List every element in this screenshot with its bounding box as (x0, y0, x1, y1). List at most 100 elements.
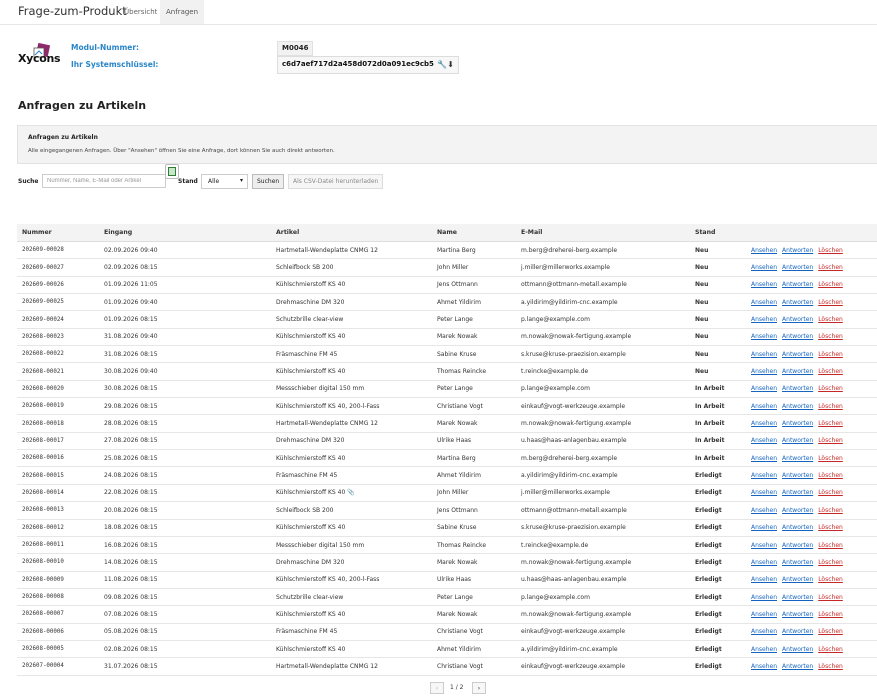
view-link[interactable]: Ansehen (751, 472, 777, 479)
reply-link[interactable]: Antworten (782, 351, 813, 358)
view-link[interactable]: Ansehen (751, 247, 777, 254)
system-key-field: c6d7aef717d2a458d072d0a091ec9cb5 🔧⬇ (277, 56, 459, 74)
reply-link[interactable]: Antworten (782, 663, 813, 670)
reply-link[interactable]: Antworten (782, 316, 813, 323)
view-link[interactable]: Ansehen (751, 420, 777, 427)
wrench-icon[interactable]: 🔧 (437, 60, 447, 69)
view-link[interactable]: Ansehen (751, 264, 777, 271)
view-link[interactable]: Ansehen (751, 507, 777, 514)
cell-number: 202608-00014 (17, 484, 99, 503)
delete-link[interactable]: Löschen (818, 628, 843, 635)
delete-link[interactable]: Löschen (818, 247, 843, 254)
header-date[interactable]: Eingang (99, 224, 271, 242)
reply-link[interactable]: Antworten (782, 507, 813, 514)
reply-link[interactable]: Antworten (782, 299, 813, 306)
view-link[interactable]: Ansehen (751, 489, 777, 496)
requests-table: Nummer Eingang Artikel Name E-Mail Stand… (17, 224, 877, 676)
delete-link[interactable]: Löschen (818, 455, 843, 462)
tab-requests[interactable]: Anfragen (160, 0, 205, 24)
reply-link[interactable]: Antworten (782, 594, 813, 601)
status-filter-select[interactable]: Alle ▾ (201, 174, 248, 189)
delete-link[interactable]: Löschen (818, 403, 843, 410)
reply-link[interactable]: Antworten (782, 472, 813, 479)
view-link[interactable]: Ansehen (751, 663, 777, 670)
reply-link[interactable]: Antworten (782, 524, 813, 531)
prev-page-button[interactable]: ‹ (430, 682, 444, 694)
view-link[interactable]: Ansehen (751, 316, 777, 323)
delete-link[interactable]: Löschen (818, 507, 843, 514)
view-link[interactable]: Ansehen (751, 594, 777, 601)
view-link[interactable]: Ansehen (751, 437, 777, 444)
delete-link[interactable]: Löschen (818, 524, 843, 531)
next-page-button[interactable]: › (472, 682, 486, 694)
view-link[interactable]: Ansehen (751, 403, 777, 410)
reply-link[interactable]: Antworten (782, 333, 813, 340)
reply-link[interactable]: Antworten (782, 247, 813, 254)
table-row: 202608-00022 31.08.2026 08:15 Fräsmaschine… (17, 345, 877, 364)
reply-link[interactable]: Antworten (782, 489, 813, 496)
delete-link[interactable]: Löschen (818, 559, 843, 566)
reply-link[interactable]: Antworten (782, 385, 813, 392)
delete-link[interactable]: Löschen (818, 299, 843, 306)
delete-link[interactable]: Löschen (818, 333, 843, 340)
view-link[interactable]: Ansehen (751, 281, 777, 288)
reply-link[interactable]: Antworten (782, 455, 813, 462)
delete-link[interactable]: Löschen (818, 542, 843, 549)
delete-link[interactable]: Löschen (818, 264, 843, 271)
view-link[interactable]: Ansehen (751, 646, 777, 653)
cell-actions: Ansehen Antworten Löschen (746, 258, 877, 277)
view-link[interactable]: Ansehen (751, 542, 777, 549)
view-link[interactable]: Ansehen (751, 524, 777, 531)
reply-link[interactable]: Antworten (782, 611, 813, 618)
view-link[interactable]: Ansehen (751, 628, 777, 635)
delete-link[interactable]: Löschen (818, 437, 843, 444)
delete-link[interactable]: Löschen (818, 281, 843, 288)
delete-link[interactable]: Löschen (818, 646, 843, 653)
view-link[interactable]: Ansehen (751, 351, 777, 358)
view-link[interactable]: Ansehen (751, 576, 777, 583)
delete-link[interactable]: Löschen (818, 368, 843, 375)
header-article[interactable]: Artikel (271, 224, 432, 242)
reply-link[interactable]: Antworten (782, 559, 813, 566)
delete-link[interactable]: Löschen (818, 351, 843, 358)
delete-link[interactable]: Löschen (818, 472, 843, 479)
reply-link[interactable]: Antworten (782, 403, 813, 410)
cell-article: Schleifbock SB 200 (271, 501, 432, 520)
view-link[interactable]: Ansehen (751, 368, 777, 375)
calculator-icon[interactable] (165, 164, 179, 179)
reply-link[interactable]: Antworten (782, 437, 813, 444)
delete-link[interactable]: Löschen (818, 489, 843, 496)
reply-link[interactable]: Antworten (782, 420, 813, 427)
view-link[interactable]: Ansehen (751, 333, 777, 340)
csv-download-button[interactable]: Als CSV-Datei herunterladen (288, 174, 384, 189)
tab-overview[interactable]: Übersicht (118, 0, 163, 24)
reply-link[interactable]: Antworten (782, 628, 813, 635)
reply-link[interactable]: Antworten (782, 281, 813, 288)
view-link[interactable]: Ansehen (751, 611, 777, 618)
search-input[interactable] (42, 174, 166, 188)
reply-link[interactable]: Antworten (782, 646, 813, 653)
view-link[interactable]: Ansehen (751, 299, 777, 306)
search-button[interactable]: Suchen (252, 174, 285, 189)
delete-link[interactable]: Löschen (818, 663, 843, 670)
cell-number: 202608-00019 (17, 397, 99, 416)
delete-link[interactable]: Löschen (818, 594, 843, 601)
delete-link[interactable]: Löschen (818, 385, 843, 392)
header-email[interactable]: E-Mail (516, 224, 690, 242)
delete-link[interactable]: Löschen (818, 611, 843, 618)
reply-link[interactable]: Antworten (782, 368, 813, 375)
header-number[interactable]: Nummer (17, 224, 99, 242)
table-row: 202608-00012 18.08.2026 08:15 Kühlschmiers… (17, 519, 877, 537)
reply-link[interactable]: Antworten (782, 542, 813, 549)
delete-link[interactable]: Löschen (818, 576, 843, 583)
header-name[interactable]: Name (432, 224, 516, 242)
delete-link[interactable]: Löschen (818, 316, 843, 323)
download-icon[interactable]: ⬇ (447, 60, 454, 69)
view-link[interactable]: Ansehen (751, 559, 777, 566)
delete-link[interactable]: Löschen (818, 420, 843, 427)
reply-link[interactable]: Antworten (782, 576, 813, 583)
reply-link[interactable]: Antworten (782, 264, 813, 271)
view-link[interactable]: Ansehen (751, 455, 777, 462)
header-status[interactable]: Stand (690, 224, 746, 242)
view-link[interactable]: Ansehen (751, 385, 777, 392)
